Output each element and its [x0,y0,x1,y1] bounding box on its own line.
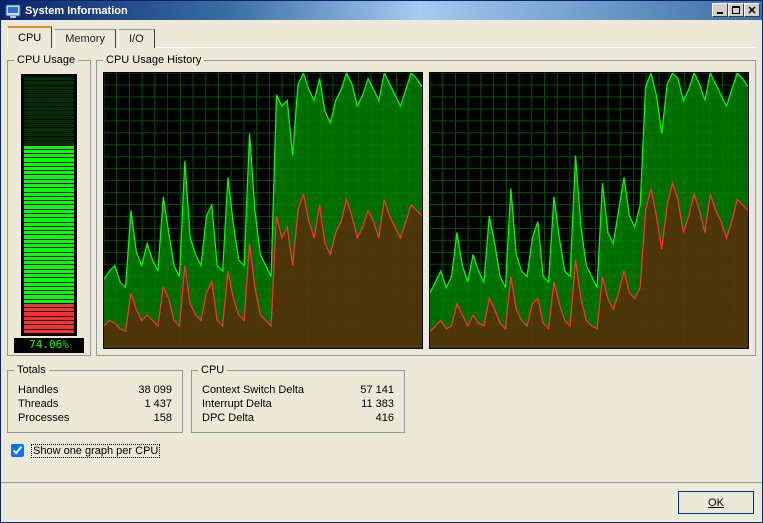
totals-label: Threads [18,398,58,410]
totals-row: Threads 1 437 [18,398,172,410]
cpu-info-row: DPC Delta 416 [202,412,394,424]
totals-label: Handles [18,384,58,396]
tab-label: I/O [129,33,144,45]
cpu-info-value: 416 [376,412,394,424]
cpu-info-row: Context Switch Delta 57 141 [202,384,394,396]
totals-row: Processes 158 [18,412,172,424]
totals-label: Processes [18,412,69,424]
cpu-usage-legend: CPU Usage [14,54,78,66]
totals-value: 38 099 [138,384,172,396]
minimize-button[interactable] [712,3,728,17]
cpu-usage-group: CPU Usage 74.06% [7,54,91,356]
footer: OK [1,482,762,522]
client-area: CPU Memory I/O CPU Usage 74.06% CPU Usag… [1,20,762,482]
cpu-history-legend: CPU Usage History [103,54,204,66]
cpu-info-value: 57 141 [360,384,394,396]
titlebar: System Information [1,1,762,20]
totals-group: Totals Handles 38 099 Threads 1 437 Processe… [7,364,183,433]
show-one-graph-label[interactable]: Show one graph per CPU [31,444,160,458]
tab-io[interactable]: I/O [118,29,155,48]
tab-memory[interactable]: Memory [54,29,116,48]
app-icon [5,3,21,19]
cpu-info-row: Interrupt Delta 11 383 [202,398,394,410]
cpu-history-graph-1 [429,72,749,349]
totals-value: 158 [154,412,172,424]
ok-button[interactable]: OK [678,491,754,514]
tab-label: Memory [65,33,105,45]
window-title: System Information [25,5,128,17]
totals-legend: Totals [14,364,49,376]
close-button[interactable] [744,3,760,17]
graphs-row: CPU Usage 74.06% CPU Usage History [7,54,756,356]
window: System Information CPU Memory I/O [0,0,763,523]
show-one-graph-checkbox[interactable] [11,444,24,457]
maximize-button[interactable] [728,3,744,17]
cpu-info-value: 11 383 [361,398,394,410]
totals-value: 1 437 [144,398,172,410]
tab-cpu[interactable]: CPU [7,26,52,48]
window-controls [712,3,760,17]
show-one-graph-row: Show one graph per CPU [7,441,756,460]
tab-label: CPU [18,32,41,44]
tab-strip: CPU Memory I/O [7,26,756,48]
totals-row: Handles 38 099 [18,384,172,396]
info-row: Totals Handles 38 099 Threads 1 437 Processe… [7,364,756,433]
tab-underline [157,47,756,48]
cpu-info-label: Context Switch Delta [202,384,304,396]
cpu-info-label: DPC Delta [202,412,254,424]
cpu-history-graph-0 [103,72,423,349]
cpu-info-label: Interrupt Delta [202,398,272,410]
cpu-usage-meter [21,74,77,336]
ok-button-label: OK [708,497,724,509]
cpu-info-group: CPU Context Switch Delta 57 141 Interrupt … [191,364,405,433]
cpu-usage-value: 74.06% [14,338,84,353]
cpu-info-legend: CPU [198,364,227,376]
cpu-history-group: CPU Usage History [96,54,756,356]
